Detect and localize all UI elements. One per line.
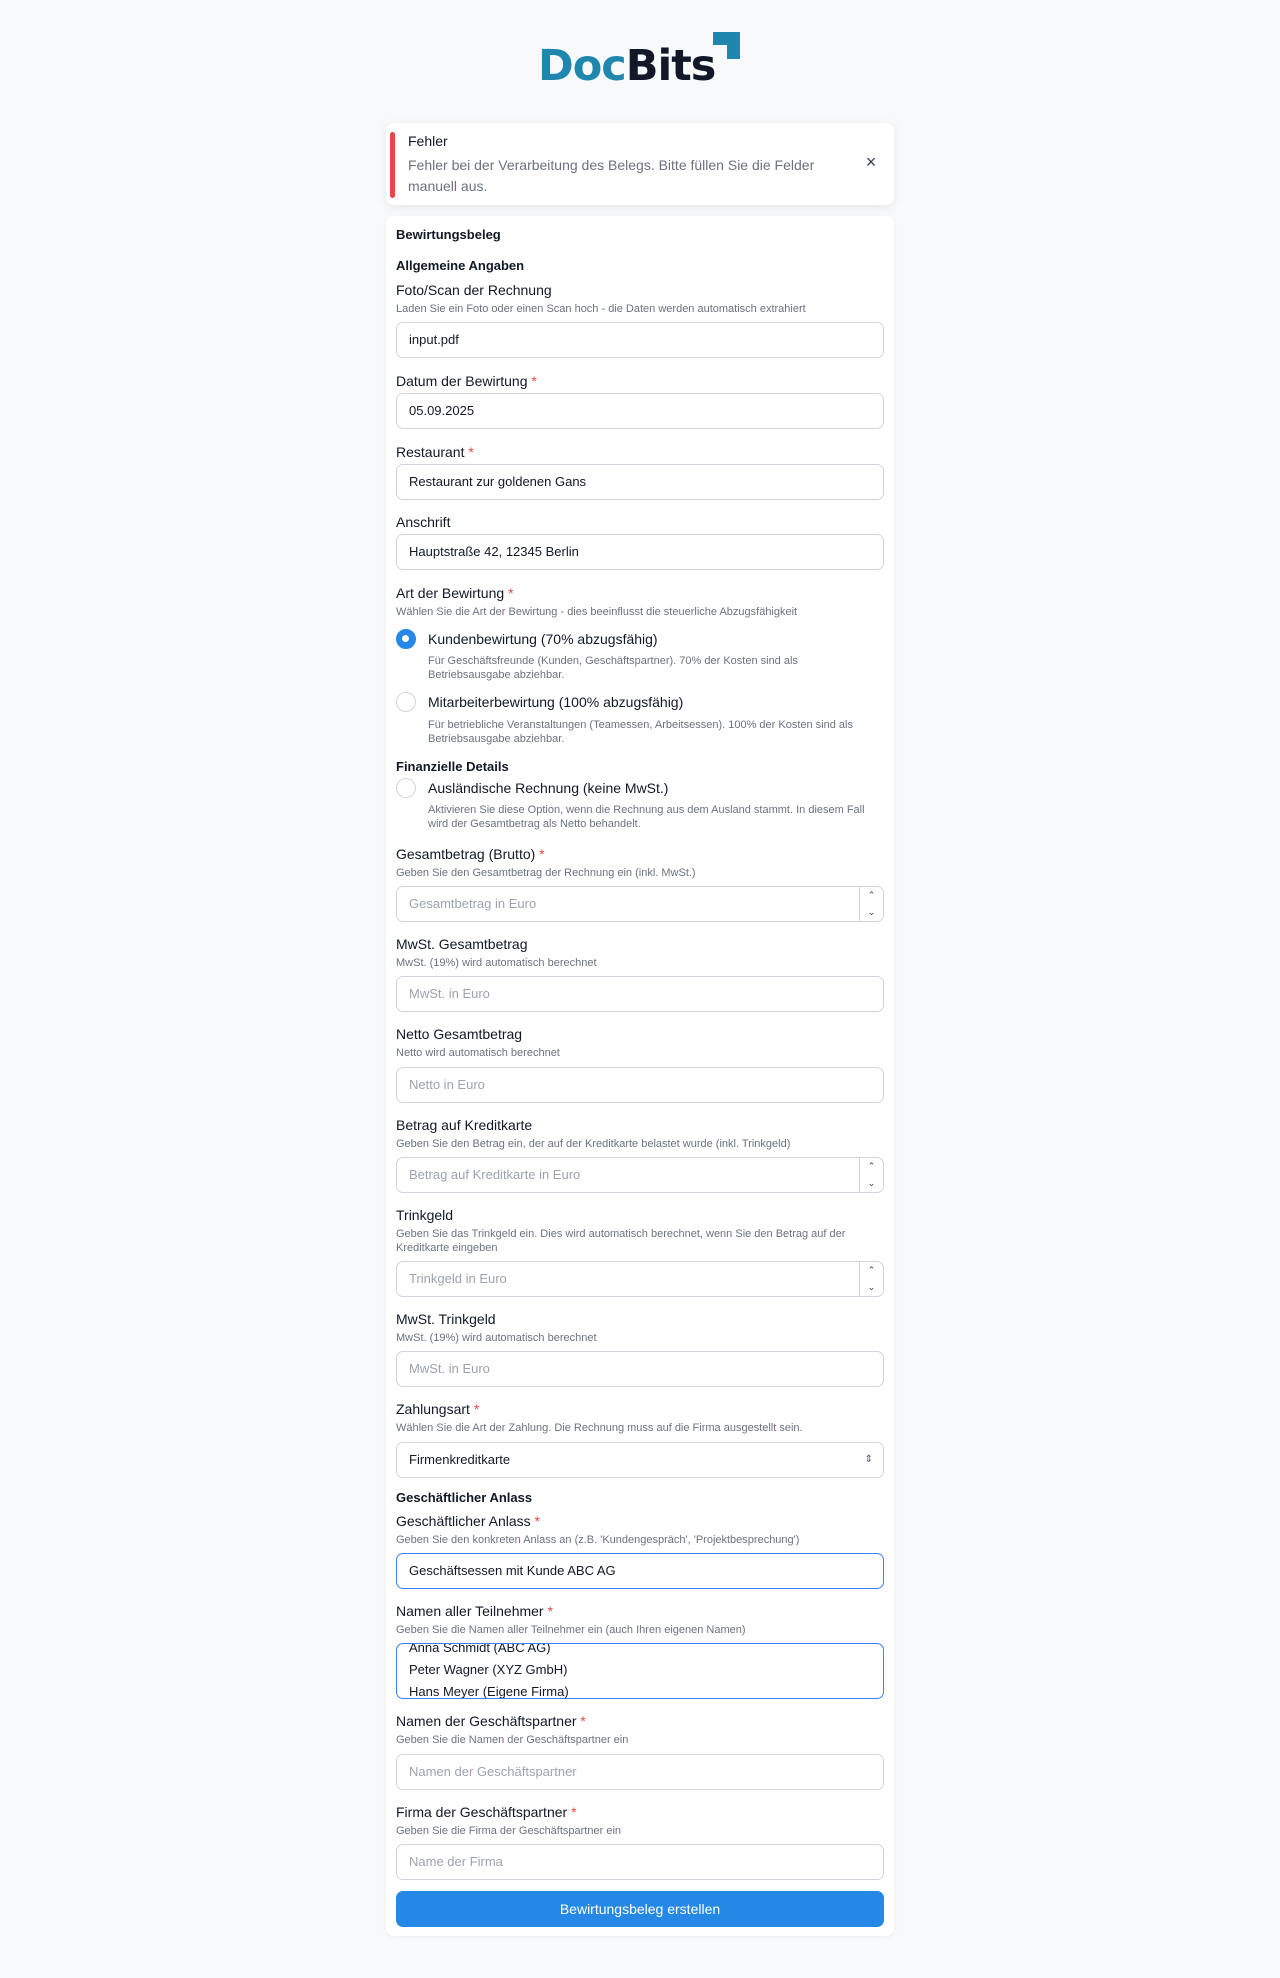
- chevron-up-icon[interactable]: ⌃: [860, 887, 883, 904]
- card-amount-label: Betrag auf Kreditkarte: [396, 1117, 533, 1133]
- partner-company-input[interactable]: Name der Firma: [396, 1844, 884, 1880]
- logo-bits-text: Bits: [625, 41, 717, 91]
- submit-button[interactable]: Bewirtungsbeleg erstellen: [396, 1891, 884, 1927]
- section-occasion: Geschäftlicher Anlass: [396, 1490, 533, 1505]
- alert-message: Fehler bei der Verarbeitung des Belegs. …: [408, 157, 815, 194]
- logo-doc-text: Doc: [538, 41, 627, 91]
- foreign-invoice-checkbox[interactable]: [396, 778, 416, 798]
- upload-hint: Laden Sie ein Foto oder einen Scan hoch …: [396, 303, 806, 315]
- payment-select[interactable]: Firmenkreditkarte ⇕: [396, 1442, 884, 1478]
- occasion-hint: Geben Sie den konkreten Anlass an (z.B. …: [396, 1534, 800, 1546]
- date-label: Datum der Bewirtung *: [396, 373, 537, 389]
- participant-line: Peter Wagner (XYZ GmbH): [409, 1662, 568, 1677]
- select-chevron-icon: ⇕: [864, 1454, 873, 1465]
- radio-employee-label[interactable]: Mitarbeiterbewirtung (100% abzugsfähig): [428, 694, 683, 710]
- address-label: Anschrift: [396, 514, 451, 530]
- radio-employee[interactable]: [396, 692, 416, 712]
- participants-textarea[interactable]: Anna Schmidt (ABC AG) Peter Wagner (XYZ …: [396, 1643, 884, 1699]
- radio-employee-desc: Für betriebliche Veranstaltungen (Teames…: [428, 719, 853, 745]
- upload-label: Foto/Scan der Rechnung: [396, 282, 552, 298]
- type-label: Art der Bewirtung *: [396, 585, 514, 601]
- vat-total-hint: MwSt. (19%) wird automatisch berechnet: [396, 957, 597, 969]
- participants-label: Namen aller Teilnehmer *: [396, 1603, 553, 1619]
- chevron-up-icon[interactable]: ⌃: [860, 1262, 883, 1279]
- card-amount-stepper[interactable]: ⌃ ⌄: [859, 1158, 883, 1192]
- net-total-input[interactable]: Netto in Euro: [396, 1067, 884, 1103]
- tip-vat-input[interactable]: MwSt. in Euro: [396, 1351, 884, 1387]
- card-amount-input[interactable]: Betrag auf Kreditkarte in Euro ⌃ ⌄: [396, 1157, 884, 1193]
- chevron-up-icon[interactable]: ⌃: [860, 1158, 883, 1175]
- restaurant-input[interactable]: Restaurant zur goldenen Gans: [396, 464, 884, 500]
- partner-company-label: Firma der Geschäftspartner *: [396, 1804, 577, 1820]
- tip-input[interactable]: Trinkgeld in Euro ⌃ ⌄: [396, 1261, 884, 1297]
- address-input[interactable]: Hauptstraße 42, 12345 Berlin: [396, 534, 884, 570]
- payment-hint: Wählen Sie die Art der Zahlung. Die Rech…: [396, 1422, 803, 1434]
- foreign-invoice-desc: Aktivieren Sie diese Option, wenn die Re…: [428, 804, 865, 830]
- net-total-label: Netto Gesamtbetrag: [396, 1026, 523, 1042]
- radio-customer-label[interactable]: Kundenbewirtung (70% abzugsfähig): [428, 631, 658, 647]
- date-input[interactable]: 05.09.2025: [396, 393, 884, 429]
- card-amount-hint: Geben Sie den Betrag ein, der auf der Kr…: [396, 1138, 791, 1150]
- gross-stepper[interactable]: ⌃ ⌄: [859, 887, 883, 921]
- foreign-invoice-label[interactable]: Ausländische Rechnung (keine MwSt.): [428, 780, 668, 796]
- tip-hint: Geben Sie das Trinkgeld ein. Dies wird a…: [396, 1228, 846, 1254]
- payment-label: Zahlungsart *: [396, 1401, 480, 1417]
- partner-names-hint: Geben Sie die Namen der Geschäftspartner…: [396, 1734, 629, 1746]
- vat-total-input[interactable]: MwSt. in Euro: [396, 976, 884, 1012]
- section-general: Allgemeine Angaben: [396, 258, 525, 273]
- tip-vat-hint: MwSt. (19%) wird automatisch berechnet: [396, 1332, 597, 1344]
- participant-line: Hans Meyer (Eigene Firma): [409, 1684, 569, 1699]
- receipt-form: Bewirtungsbeleg Allgemeine Angaben Foto/…: [386, 216, 894, 1936]
- upload-field[interactable]: input.pdf: [396, 322, 884, 358]
- occasion-input[interactable]: Geschäftsessen mit Kunde ABC AG: [396, 1553, 884, 1589]
- gross-input[interactable]: Gesamtbetrag in Euro ⌃ ⌄: [396, 886, 884, 922]
- chevron-down-icon[interactable]: ⌄: [860, 1175, 883, 1192]
- radio-customer[interactable]: [396, 629, 416, 649]
- close-icon[interactable]: ×: [862, 153, 880, 171]
- tip-stepper[interactable]: ⌃ ⌄: [859, 1262, 883, 1296]
- partner-company-hint: Geben Sie die Firma der Geschäftspartner…: [396, 1825, 622, 1837]
- occasion-label: Geschäftlicher Anlass *: [396, 1513, 540, 1529]
- radio-customer-desc: Für Geschäftsfreunde (Kunden, Geschäftsp…: [428, 655, 798, 681]
- net-total-hint: Netto wird automatisch berechnet: [396, 1047, 560, 1059]
- error-alert: Fehler Fehler bei der Verarbeitung des B…: [386, 123, 894, 205]
- partner-names-label: Namen der Geschäftspartner *: [396, 1713, 586, 1729]
- chevron-down-icon[interactable]: ⌄: [860, 1279, 883, 1296]
- alert-accent-bar: [390, 132, 395, 198]
- alert-title: Fehler: [408, 133, 448, 149]
- gross-label: Gesamtbetrag (Brutto) *: [396, 846, 545, 862]
- form-title: Bewirtungsbeleg: [396, 227, 501, 242]
- chevron-down-icon[interactable]: ⌄: [860, 904, 883, 921]
- gross-hint: Geben Sie den Gesamtbetrag der Rechnung …: [396, 867, 696, 879]
- logo-mark-icon: [713, 32, 740, 59]
- vat-total-label: MwSt. Gesamtbetrag: [396, 936, 528, 952]
- section-financial: Finanzielle Details: [396, 759, 509, 774]
- tip-vat-label: MwSt. Trinkgeld: [396, 1311, 496, 1327]
- tip-label: Trinkgeld: [396, 1207, 454, 1223]
- participant-line: Anna Schmidt (ABC AG): [409, 1643, 551, 1655]
- type-hint: Wählen Sie die Art der Bewirtung - dies …: [396, 606, 798, 618]
- partner-names-input[interactable]: Namen der Geschäftspartner: [396, 1754, 884, 1790]
- participants-hint: Geben Sie die Namen aller Teilnehmer ein…: [396, 1624, 746, 1636]
- docbits-logo: DocBits: [538, 30, 748, 91]
- restaurant-label: Restaurant *: [396, 444, 474, 460]
